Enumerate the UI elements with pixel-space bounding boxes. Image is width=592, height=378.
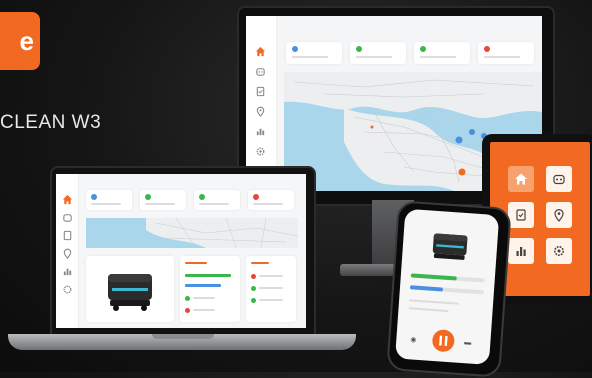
robot-card[interactable] bbox=[86, 256, 174, 322]
progress-track bbox=[409, 285, 484, 295]
status-dot bbox=[145, 194, 151, 200]
progress-bar bbox=[185, 274, 231, 277]
status-dot bbox=[292, 46, 298, 52]
tile-analytics[interactable] bbox=[508, 238, 534, 264]
settings-icon[interactable] bbox=[60, 282, 74, 296]
tile-settings[interactable] bbox=[546, 238, 572, 264]
panel-title-line bbox=[251, 262, 269, 264]
location-icon bbox=[554, 209, 564, 222]
stat-card-online[interactable] bbox=[350, 42, 406, 64]
status-dot bbox=[253, 194, 259, 200]
status-dot bbox=[420, 46, 426, 52]
alerts-panel bbox=[246, 256, 296, 322]
laptop-dashboard bbox=[56, 174, 306, 328]
robot-image bbox=[432, 233, 468, 260]
location-icon[interactable] bbox=[60, 246, 74, 260]
map-roads bbox=[86, 218, 298, 248]
stat-card-total[interactable] bbox=[286, 42, 342, 64]
robot-icon[interactable] bbox=[60, 210, 74, 224]
robot-icon[interactable] bbox=[253, 64, 267, 78]
stat-placeholder-line bbox=[199, 203, 229, 205]
sidebar bbox=[56, 174, 79, 328]
product-name: CLEAN W3 bbox=[0, 112, 102, 133]
stat-placeholder-line bbox=[259, 275, 283, 277]
sidebar bbox=[246, 16, 277, 191]
stat-placeholder-line bbox=[91, 203, 121, 205]
analytics-icon bbox=[516, 247, 526, 256]
stat-placeholder-line bbox=[356, 56, 392, 58]
progress-bar bbox=[185, 284, 221, 287]
status-dot bbox=[185, 308, 190, 313]
pause-icon bbox=[439, 335, 448, 347]
stat-card-error[interactable] bbox=[478, 42, 534, 64]
analytics-icon[interactable] bbox=[60, 264, 74, 278]
stat-placeholder-line bbox=[484, 56, 520, 58]
tile-task[interactable] bbox=[508, 202, 534, 228]
stat-placeholder-line bbox=[259, 299, 283, 301]
settings-icon bbox=[554, 246, 564, 256]
stat-placeholder-line bbox=[292, 56, 328, 58]
task-icon[interactable] bbox=[60, 228, 74, 242]
stat-card-error[interactable] bbox=[248, 190, 294, 210]
progress-fill bbox=[409, 285, 444, 292]
status-dot bbox=[251, 274, 256, 279]
tile-robot[interactable] bbox=[546, 166, 572, 192]
fleet-map[interactable] bbox=[86, 218, 298, 248]
location-icon[interactable] bbox=[253, 104, 267, 118]
pause-button[interactable] bbox=[431, 328, 456, 353]
more-icon[interactable]: ▬ bbox=[464, 339, 471, 346]
task-icon bbox=[516, 209, 526, 221]
stat-placeholder-line bbox=[253, 203, 283, 205]
settings-icon[interactable] bbox=[253, 144, 267, 158]
status-dot bbox=[251, 298, 256, 303]
stat-card-working[interactable] bbox=[414, 42, 470, 64]
stop-icon[interactable]: ◉ bbox=[410, 335, 417, 343]
status-panel bbox=[180, 256, 240, 322]
home-icon bbox=[515, 173, 527, 185]
brand-badge: e bbox=[0, 12, 40, 70]
stat-placeholder-line bbox=[193, 297, 215, 299]
status-dot bbox=[185, 296, 190, 301]
robot-image bbox=[108, 274, 152, 311]
tile-location[interactable] bbox=[546, 202, 572, 228]
stat-placeholder-line bbox=[193, 309, 215, 311]
laptop-notch bbox=[152, 334, 214, 339]
progress-fill bbox=[410, 273, 457, 281]
status-dot bbox=[484, 46, 490, 52]
progress-track bbox=[410, 273, 485, 283]
stat-placeholder-line bbox=[409, 299, 460, 305]
stat-placeholder-line bbox=[420, 56, 456, 58]
stat-placeholder-line bbox=[408, 307, 449, 313]
tile-home[interactable] bbox=[508, 166, 534, 192]
task-icon[interactable] bbox=[253, 84, 267, 98]
status-dot bbox=[199, 194, 205, 200]
status-dot bbox=[91, 194, 97, 200]
robot-icon bbox=[553, 174, 565, 185]
stat-card-working[interactable] bbox=[194, 190, 240, 210]
analytics-icon[interactable] bbox=[253, 124, 267, 138]
stat-placeholder-line bbox=[145, 203, 175, 205]
home-icon[interactable] bbox=[253, 44, 267, 58]
phone-app: ◉ ▬ bbox=[395, 208, 500, 365]
home-icon[interactable] bbox=[60, 192, 74, 206]
phone-frame: ◉ ▬ bbox=[386, 200, 512, 378]
panel-title-line bbox=[185, 262, 207, 264]
status-dot bbox=[251, 286, 256, 291]
stat-card-total[interactable] bbox=[86, 190, 132, 210]
status-dot bbox=[356, 46, 362, 52]
stat-card-online[interactable] bbox=[140, 190, 186, 210]
stat-placeholder-line bbox=[259, 287, 283, 289]
